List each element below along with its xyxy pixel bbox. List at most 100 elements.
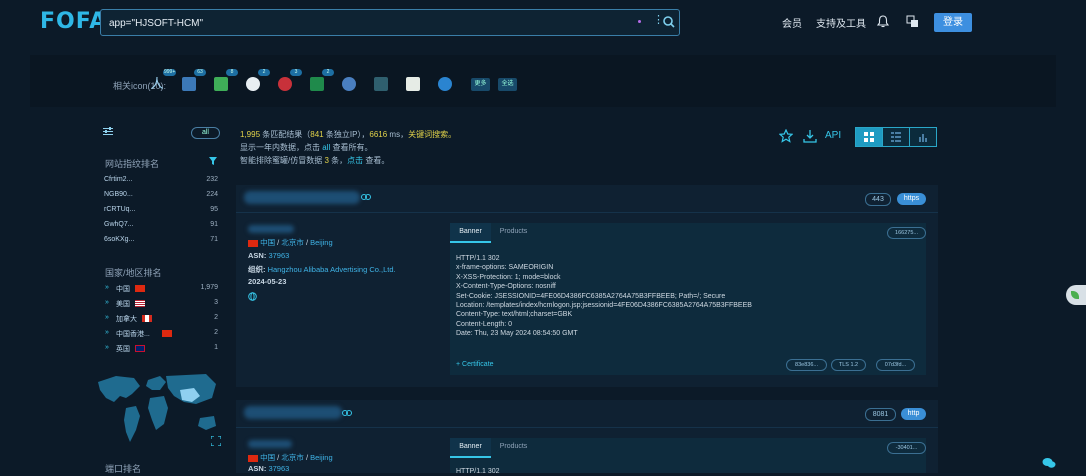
view-excluded-link[interactable]: 点击 xyxy=(347,156,363,165)
banner-panel: Banner Products -30401... HTTP/1.1 302 xyxy=(450,438,926,475)
grid-view-button[interactable] xyxy=(855,127,883,147)
filter-settings-icon[interactable] xyxy=(103,127,113,136)
translate-icon[interactable] xyxy=(906,15,919,28)
bell-icon[interactable] xyxy=(877,15,889,28)
globe-icon[interactable] xyxy=(248,292,257,301)
summary-text: 条独立IP）， xyxy=(323,130,370,139)
blurred-ip xyxy=(248,225,294,233)
app-icon-7[interactable] xyxy=(342,77,356,91)
result-summary: 1,995 条匹配结果（841 条独立IP），6616 ms，关键词搜索。 显示… xyxy=(240,128,456,167)
uk-flag-icon xyxy=(135,345,145,352)
link-icon[interactable] xyxy=(361,194,371,200)
canada-flag-icon xyxy=(142,315,152,322)
fofa-logo[interactable]: FOFA xyxy=(40,9,107,34)
tab-banner[interactable]: Banner xyxy=(450,223,491,243)
tab-products[interactable]: Products xyxy=(491,223,536,241)
tls-tag[interactable]: TLS 1.2 xyxy=(831,359,866,371)
country-link[interactable]: 中国 xyxy=(260,453,275,462)
cert-tag[interactable]: 83e836... xyxy=(786,359,827,371)
app-icon-9[interactable] xyxy=(406,77,420,91)
fingerprint-item[interactable]: NGB90... xyxy=(104,191,133,198)
funnel-icon[interactable] xyxy=(209,157,217,165)
country-count: 3 xyxy=(214,299,218,306)
city-link[interactable]: 北京市 xyxy=(281,453,304,462)
asn-link[interactable]: 37963 xyxy=(268,251,289,260)
api-button[interactable]: API xyxy=(825,130,841,141)
fingerprint-count: 95 xyxy=(210,206,218,213)
country-item[interactable]: 英国 xyxy=(116,344,130,354)
city-link[interactable]: 北京市 xyxy=(281,238,304,247)
app-icon-10[interactable] xyxy=(438,77,452,91)
cert-tag[interactable]: 07d3fd... xyxy=(876,359,915,371)
search-input[interactable] xyxy=(107,13,611,33)
fingerprint-item[interactable]: rCRTUq... xyxy=(104,206,135,213)
app-icon-1[interactable]: 人 xyxy=(150,77,164,91)
hash-badge[interactable]: -30401... xyxy=(887,442,926,454)
more-icons-button[interactable]: 更多 xyxy=(471,78,490,91)
app-icon-2[interactable] xyxy=(182,77,196,91)
org-line: 组织: Hangzhou Alibaba Advertising Co.,Ltd… xyxy=(248,264,396,275)
country-item[interactable]: 美国 xyxy=(116,299,130,309)
asn-link[interactable]: 37963 xyxy=(268,464,289,473)
app-icon-3[interactable] xyxy=(214,77,228,91)
app-icon-4[interactable] xyxy=(246,77,260,91)
fingerprint-count: 232 xyxy=(206,176,218,183)
certificate-toggle[interactable]: + Certificate xyxy=(456,361,494,368)
chevron-right-icon[interactable]: » xyxy=(105,284,109,291)
location-line: 中国 / 北京市 / Beijing xyxy=(248,237,333,248)
update-date: 2024-05-23 xyxy=(248,277,287,286)
app-badge-3: 8 xyxy=(226,69,238,76)
unique-ip-count: 841 xyxy=(310,130,324,139)
result-card: 443 https 中国 / 北京市 / Beijing ASN: 37963 … xyxy=(236,185,938,387)
star-icon[interactable] xyxy=(779,129,793,143)
stats-view-button[interactable] xyxy=(909,127,937,147)
app-badge-2: 63 xyxy=(194,69,206,76)
tab-banner[interactable]: Banner xyxy=(450,438,491,458)
country-item[interactable]: 中国 xyxy=(116,284,130,294)
select-all-button[interactable]: 全选 xyxy=(498,78,517,91)
link-icon[interactable] xyxy=(342,410,352,416)
result-card-header: 8081 http xyxy=(236,400,938,428)
org-link[interactable]: Hangzhou Alibaba Advertising Co.,Ltd. xyxy=(268,265,396,274)
port-badge[interactable]: 443 xyxy=(865,193,891,206)
china-flag-icon xyxy=(135,285,145,292)
hash-badge[interactable]: 166275... xyxy=(887,227,926,239)
country-count: 1,979 xyxy=(200,284,218,291)
nav-membership[interactable]: 会员 xyxy=(782,15,802,30)
dot-icon[interactable] xyxy=(638,20,641,23)
leaf-icon xyxy=(1071,291,1079,299)
country-link[interactable]: 中国 xyxy=(260,238,275,247)
chat-icon[interactable] xyxy=(1042,457,1056,469)
app-icon-6[interactable] xyxy=(310,77,324,91)
district-link[interactable]: Beijing xyxy=(310,453,333,462)
country-item[interactable]: 加拿大 xyxy=(116,314,137,324)
chevron-right-icon[interactable]: » xyxy=(105,329,109,336)
chevron-right-icon[interactable]: » xyxy=(105,344,109,351)
nav-support-tools[interactable]: 支持及工具 xyxy=(816,15,866,30)
district-link[interactable]: Beijing xyxy=(310,238,333,247)
fingerprint-item[interactable]: 6soKXg... xyxy=(104,236,134,243)
country-item[interactable]: 中国香港... xyxy=(116,329,150,339)
port-badge[interactable]: 8081 xyxy=(865,408,896,421)
fingerprint-item[interactable]: GwhQ7... xyxy=(104,221,134,228)
protocol-badge[interactable]: https xyxy=(897,193,926,205)
keyword-search-link[interactable]: 关键词搜索。 xyxy=(408,130,456,139)
list-view-button[interactable] xyxy=(882,127,910,147)
fingerprint-item[interactable]: Cfrtim2... xyxy=(104,176,132,183)
protocol-badge[interactable]: http xyxy=(901,408,926,420)
world-map[interactable] xyxy=(96,368,224,450)
login-button[interactable]: 登录 xyxy=(934,13,972,32)
side-float-button[interactable] xyxy=(1066,285,1086,305)
app-icon-5[interactable] xyxy=(278,77,292,91)
tab-products[interactable]: Products xyxy=(491,438,536,456)
asn-label: ASN: xyxy=(248,251,267,260)
country-ranking-heading: 国家/地区排名 xyxy=(105,268,162,278)
chevron-right-icon[interactable]: » xyxy=(105,314,109,321)
blurred-host xyxy=(244,406,342,419)
app-icon-8[interactable] xyxy=(374,77,388,91)
all-filter-pill[interactable]: all xyxy=(191,127,220,139)
download-icon[interactable] xyxy=(803,129,817,143)
fullscreen-icon[interactable] xyxy=(211,436,221,446)
search-icon[interactable] xyxy=(663,16,675,28)
chevron-right-icon[interactable]: » xyxy=(105,299,109,306)
